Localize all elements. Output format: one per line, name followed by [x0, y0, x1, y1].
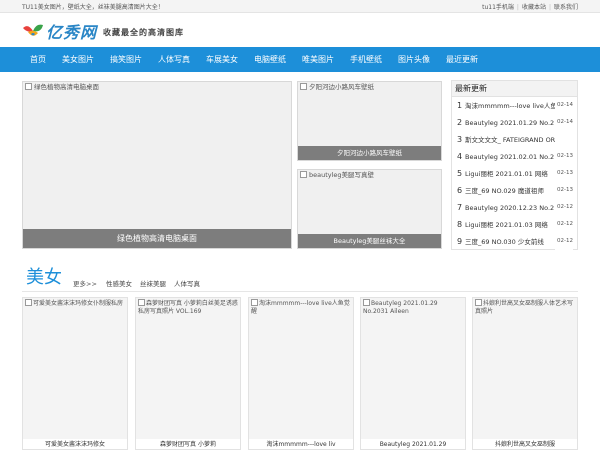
broken-image-icon	[300, 171, 307, 178]
card-image-alt: Beautyleg 2021.01.29 No.2031 Aileen	[363, 300, 438, 315]
hero-image-alt: 绿色植物高清电脑桌面	[34, 83, 99, 91]
latest-list: 1 淘沫mmmmm---love live人鱼 02-14 2 Beautyleg 2…	[452, 97, 577, 250]
nav-aesthetic[interactable]: 唯美图片	[294, 47, 342, 72]
side1-image-alt: 夕阳河边小路风车壁纸	[309, 83, 374, 91]
subcategory-stockings[interactable]: 丝袜美腿	[140, 278, 166, 288]
nav-latest[interactable]: 最近更新	[438, 47, 486, 72]
broken-image-icon	[300, 83, 307, 90]
top-links: tu11手机端 | 收藏本站 | 联系我们	[482, 4, 578, 11]
list-item[interactable]: 6 三度_69 NO.029 魔道祖师 02-13	[452, 182, 577, 199]
nav-avatar[interactable]: 图片头像	[390, 47, 438, 72]
main-nav: 首页 美女图片 搞笑图片 人体写真 车展美女 电脑壁纸 唯美图片 手机壁纸 图片…	[0, 47, 600, 72]
side2-caption[interactable]: Beautyleg美腿丝袜大全	[298, 234, 441, 248]
list-item[interactable]: 2 Beautyleg 2021.01.29 No.2 02-14	[452, 114, 577, 131]
broken-image-icon	[251, 299, 258, 306]
subcategory-portrait[interactable]: 人体写真	[174, 278, 200, 288]
logo-slogan: 收藏最全的高清图库	[103, 28, 185, 37]
list-item[interactable]: 9 三度_69 NO.030 少女前线 02-12	[452, 233, 577, 250]
section-subcategories: 性感美女 丝袜美腿 人体写真	[106, 278, 200, 288]
nav-body-art[interactable]: 人体写真	[150, 47, 198, 72]
image-card[interactable]: 森萝财团写真 小萝莉白丝美足诱惑私房写真照片 VOL.169 森萝财团写真 小萝…	[135, 297, 241, 450]
card-image-alt: 森萝财团写真 小萝莉白丝美足诱惑私房写真照片 VOL.169	[138, 300, 238, 315]
more-link[interactable]: 更多>>	[73, 278, 97, 288]
image-card[interactable]: 淘沫mmmmm---love live人鱼觉醒 淘沫mmmmm---love l…	[248, 297, 354, 450]
card-title[interactable]: 淘沫mmmmm---love liv	[249, 439, 353, 449]
nav-car-show[interactable]: 车展美女	[198, 47, 246, 72]
featured-side-1[interactable]: 夕阳河边小路风车壁纸 夕阳河边小路风车壁纸	[297, 81, 442, 161]
broken-image-icon	[363, 299, 370, 306]
list-item[interactable]: 7 Beautyleg 2020.12.23 No.2 02-12	[452, 199, 577, 216]
section-divider	[22, 291, 578, 292]
card-title[interactable]: 可爱美女酱沫沫玛修女	[23, 439, 127, 449]
nav-home[interactable]: 首页	[22, 47, 54, 72]
latest-title: 最新更新	[452, 81, 577, 97]
card-title[interactable]: Beautyleg 2021.01.29	[361, 439, 465, 449]
featured-hero[interactable]: 绿色植物高清电脑桌面 绿色植物高清电脑桌面	[22, 81, 292, 249]
list-item[interactable]: 3 斯文文文文_ FATEIGRAND OR	[452, 131, 577, 148]
site-notice: TU11美女图片，壁纸大全，丝袜美腿高清图片大全！	[22, 4, 164, 11]
card-title[interactable]: 抖娘利世高叉女巫制服	[473, 439, 577, 449]
broken-image-icon	[475, 299, 482, 306]
side1-caption[interactable]: 夕阳河边小路风车壁纸	[298, 146, 441, 160]
image-card[interactable]: 可爱美女酱沫沫玛修女仆制服私房 可爱美女酱沫沫玛修女	[22, 297, 128, 450]
card-image-alt: 可爱美女酱沫沫玛修女仆制服私房	[33, 300, 124, 307]
list-item[interactable]: 5 Ligui丽柜 2021.01.01 网络 02-13	[452, 165, 577, 182]
top-bar: TU11美女图片，壁纸大全，丝袜美腿高清图片大全！ tu11手机端 | 收藏本站 | 联…	[0, 0, 600, 13]
image-card[interactable]: Beautyleg 2021.01.29 No.2031 Aileen Beau…	[360, 297, 466, 450]
featured-side-2[interactable]: beautyleg美腿写真壁 Beautyleg美腿丝袜大全	[297, 169, 442, 249]
logo-leaf-icon	[23, 24, 43, 36]
contact-link[interactable]: 联系我们	[554, 4, 578, 11]
broken-image-icon	[138, 299, 145, 306]
image-card[interactable]: 抖娘利世高叉女巫制服人体艺术写真照片 抖娘利世高叉女巫制服	[472, 297, 578, 450]
nav-mobile-wallpaper[interactable]: 手机壁纸	[342, 47, 390, 72]
logo-brand: 亿秀网	[46, 23, 98, 42]
card-image-alt: 淘沫mmmmm---love live人鱼觉醒	[251, 300, 350, 315]
list-item[interactable]: 8 Ligui丽柜 2021.01.03 网络 02-12	[452, 216, 577, 233]
nav-funny[interactable]: 搞笑图片	[102, 47, 150, 72]
section-header: 美女 更多>> 性感美女 丝袜美腿 人体写真	[22, 263, 578, 293]
list-item[interactable]: 1 淘沫mmmmm---love live人鱼 02-14	[452, 97, 577, 114]
nav-wallpaper[interactable]: 电脑壁纸	[246, 47, 294, 72]
list-item[interactable]: 4 Beautyleg 2021.02.01 No.2 02-13	[452, 148, 577, 165]
broken-image-icon	[25, 83, 32, 90]
latest-updates: 最新更新 1 淘沫mmmmm---love live人鱼 02-14 2 Beauty…	[451, 80, 578, 250]
mobile-link[interactable]: tu11手机端	[482, 4, 514, 11]
broken-image-icon	[25, 299, 32, 306]
nav-beauty[interactable]: 美女图片	[54, 47, 102, 72]
card-title[interactable]: 森萝财团写真 小萝莉	[136, 439, 240, 449]
card-image-alt: 抖娘利世高叉女巫制服人体艺术写真照片	[475, 300, 574, 315]
site-logo[interactable]: 亿秀网 收藏最全的高清图库	[22, 20, 184, 42]
hero-caption[interactable]: 绿色植物高清电脑桌面	[23, 229, 291, 248]
side2-image-alt: beautyleg美腿写真壁	[309, 171, 375, 179]
bookmark-link[interactable]: 收藏本站	[522, 4, 546, 11]
section-title[interactable]: 美女	[26, 263, 62, 289]
subcategory-sexy[interactable]: 性感美女	[106, 278, 132, 288]
